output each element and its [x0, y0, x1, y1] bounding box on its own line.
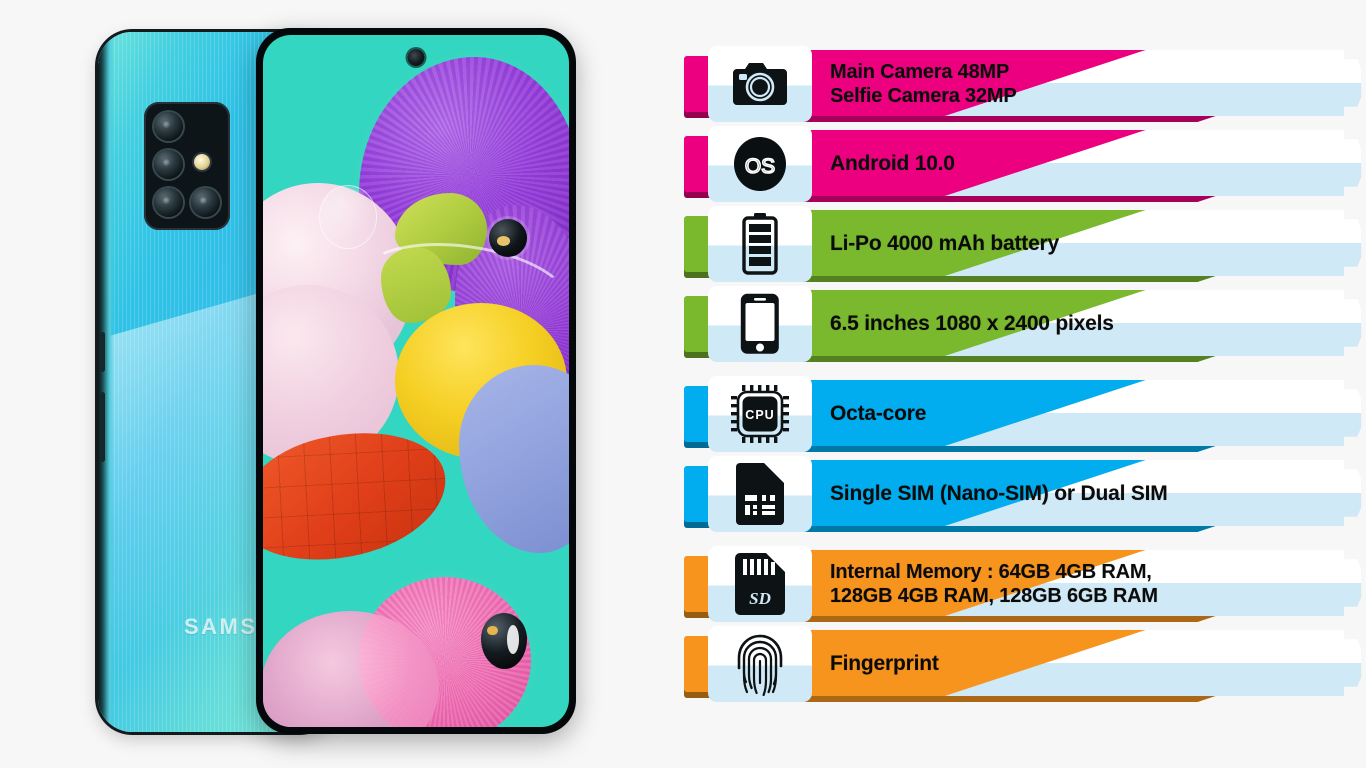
camera-lens-ultrawide — [154, 150, 183, 179]
spec-label: Android 10.0 — [830, 152, 955, 176]
spec-label: Fingerprint — [830, 652, 939, 676]
spec-label: Single SIM (Nano-SIM) or Dual SIM — [830, 482, 1168, 506]
camera-lens-depth — [191, 188, 220, 217]
phone-left-edge — [98, 32, 114, 732]
svg-text:CPU: CPU — [745, 408, 774, 422]
spec-icon-box — [708, 206, 812, 282]
spec-row: 6.5 inches 1080 x 2400 pixels — [684, 286, 1366, 362]
phone-front-view — [256, 28, 576, 734]
battery-icon — [740, 213, 780, 275]
spec-icon-box: CPU — [708, 376, 812, 452]
spec-icon-box — [708, 626, 812, 702]
product-image: SAMSUNG — [0, 0, 660, 768]
spec-label: Main Camera 48MP Selfie Camera 32MP — [830, 60, 1017, 107]
svg-text:OS: OS — [745, 155, 775, 178]
camera-icon — [729, 59, 791, 109]
spec-icon-box — [708, 456, 812, 532]
volume-button — [100, 332, 105, 372]
spec-icon-box — [708, 286, 812, 362]
specification-list: Main Camera 48MP Selfie Camera 32MP OS A… — [684, 0, 1366, 768]
spec-row: Li-Po 4000 mAh battery — [684, 206, 1366, 282]
spec-label: Internal Memory : 64GB 4GB RAM, 128GB 4G… — [830, 560, 1158, 607]
svg-text:SD: SD — [749, 589, 771, 608]
os-icon: OS — [731, 135, 789, 193]
wallpaper-shape-eye-top — [489, 219, 527, 257]
spec-row: Main Camera 48MP Selfie Camera 32MP — [684, 46, 1366, 122]
spec-row: OS Android 10.0 — [684, 126, 1366, 202]
punch-hole-camera-icon — [407, 49, 425, 66]
camera-lens-main — [154, 112, 183, 141]
spec-icon-box: OS — [708, 126, 812, 202]
sd-card-icon: SD — [735, 553, 785, 615]
power-button — [100, 392, 105, 462]
spec-icon-box: SD — [708, 546, 812, 622]
camera-flash-icon — [194, 154, 210, 170]
wallpaper-shape-eye-bottom — [481, 613, 527, 669]
cpu-icon: CPU — [729, 383, 791, 445]
fingerprint-icon — [735, 632, 785, 696]
wallpaper-shape-lavender — [459, 365, 569, 553]
spec-row: CPU Octa-core — [684, 376, 1366, 452]
spec-icon-box — [708, 46, 812, 122]
camera-lens-macro — [154, 188, 183, 217]
spec-row: Single SIM (Nano-SIM) or Dual SIM — [684, 456, 1366, 532]
phone-screen — [263, 35, 569, 727]
smartphone-icon — [739, 292, 781, 356]
spec-label: Octa-core — [830, 402, 927, 426]
sim-card-icon — [736, 463, 784, 525]
wallpaper-shape-bubble — [319, 185, 377, 249]
spec-row: SD Internal Memory : 64GB 4GB RAM, 128GB… — [684, 546, 1366, 622]
spec-label: Li-Po 4000 mAh battery — [830, 232, 1059, 256]
rear-camera-module — [144, 102, 230, 230]
spec-row: Fingerprint — [684, 626, 1366, 702]
spec-label: 6.5 inches 1080 x 2400 pixels — [830, 312, 1114, 336]
